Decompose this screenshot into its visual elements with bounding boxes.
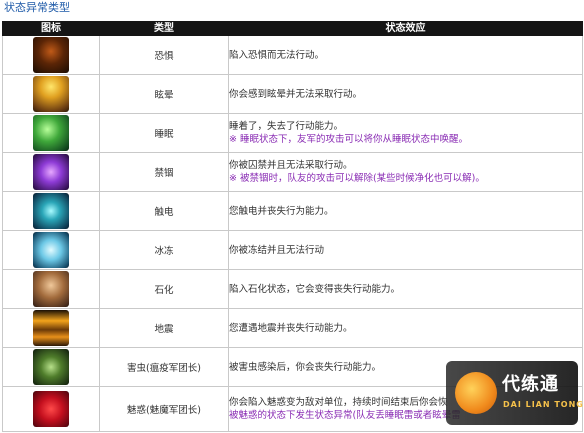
charm-icon [33, 391, 69, 427]
earthquake-icon [33, 310, 69, 346]
effect-text: 你被冻结并且无法行动 [229, 244, 325, 256]
icon-cell [2, 152, 100, 192]
icon-cell [2, 35, 100, 75]
type-cell: 恐惧 [99, 35, 229, 75]
table-header-row: 图标 类型 状态效应 [2, 21, 583, 36]
effect-cell: 您遭遇地震并丧失行动能力。 [228, 308, 583, 348]
icon-cell [2, 74, 100, 114]
effect-text: 陷入恐惧而无法行动。 [229, 49, 325, 61]
effect-text: 你被囚禁并且无法采取行动。 [229, 160, 353, 171]
effect-cell: 你会感到眩晕并无法采取行动。 [228, 74, 583, 114]
effect-text: 陷入石化状态，它会变得丧失行动能力。 [229, 283, 401, 295]
effect-note: ※ 睡眠状态下，友军的攻击可以将你从睡眠状态中唤醒。 [229, 134, 468, 145]
icon-cell [2, 308, 100, 348]
type-cell: 冰冻 [99, 230, 229, 270]
effect-cell: 你被冻结并且无法行动 [228, 230, 583, 270]
table-row: 石化 陷入石化状态，它会变得丧失行动能力。 [2, 269, 583, 309]
icon-cell [2, 386, 100, 432]
type-cell: 地震 [99, 308, 229, 348]
shock-icon [33, 193, 69, 229]
root-icon [33, 154, 69, 190]
watermark-brand: 代练通 [502, 374, 559, 395]
table-row: 地震 您遭遇地震并丧失行动能力。 [2, 308, 583, 348]
type-cell: 害虫(瘟疫军团长) [99, 347, 229, 387]
effect-cell: 您触电并丧失行为能力。 [228, 191, 583, 231]
icon-cell [2, 347, 100, 387]
effect-text: 你会感到眩晕并无法采取行动。 [229, 88, 363, 100]
table-row: 触电 您触电并丧失行为能力。 [2, 191, 583, 231]
effect-cell: 睡着了，失去了行动能力。 ※ 睡眠状态下，友军的攻击可以将你从睡眠状态中唤醒。 [228, 113, 583, 153]
type-cell: 触电 [99, 191, 229, 231]
type-cell: 魅惑(魅魔军团长) [99, 386, 229, 432]
type-cell: 眩晕 [99, 74, 229, 114]
column-header-effect: 状态效应 [228, 21, 583, 36]
table-row: 冰冻 你被冻结并且无法行动 [2, 230, 583, 270]
sleep-icon [33, 115, 69, 151]
type-cell: 禁锢 [99, 152, 229, 192]
effect-note: ※ 被禁锢时，队友的攻击可以解除(某些时候净化也可以解)。 [229, 173, 485, 184]
fear-icon [33, 37, 69, 73]
effect-cell: 你被囚禁并且无法采取行动。 ※ 被禁锢时，队友的攻击可以解除(某些时候净化也可以… [228, 152, 583, 192]
watermark-logo-icon [455, 372, 497, 414]
pest-icon [33, 349, 69, 385]
type-cell: 睡眠 [99, 113, 229, 153]
effect-text: 您触电并丧失行为能力。 [229, 205, 334, 217]
icon-cell [2, 191, 100, 231]
column-header-icon: 图标 [2, 21, 100, 36]
stun-icon [33, 76, 69, 112]
effect-text: 睡着了，失去了行动能力。 [229, 121, 344, 132]
table-row: 睡眠 睡着了，失去了行动能力。 ※ 睡眠状态下，友军的攻击可以将你从睡眠状态中唤… [2, 113, 583, 153]
effect-cell: 陷入石化状态，它会变得丧失行动能力。 [228, 269, 583, 309]
table-row: 禁锢 你被囚禁并且无法采取行动。 ※ 被禁锢时，队友的攻击可以解除(某些时候净化… [2, 152, 583, 192]
column-header-type: 类型 [99, 21, 229, 36]
icon-cell [2, 113, 100, 153]
icon-cell [2, 269, 100, 309]
table-row: 眩晕 你会感到眩晕并无法采取行动。 [2, 74, 583, 114]
effect-text: 您遭遇地震并丧失行动能力。 [229, 322, 353, 334]
petrify-icon [33, 271, 69, 307]
table-row: 恐惧 陷入恐惧而无法行动。 [2, 35, 583, 75]
effect-cell: 陷入恐惧而无法行动。 [228, 35, 583, 75]
icon-cell [2, 230, 100, 270]
watermark-brand-en: DAI LIAN TONG [503, 400, 584, 409]
type-cell: 石化 [99, 269, 229, 309]
freeze-icon [33, 232, 69, 268]
page-title: 状态异常类型 [4, 1, 70, 14]
